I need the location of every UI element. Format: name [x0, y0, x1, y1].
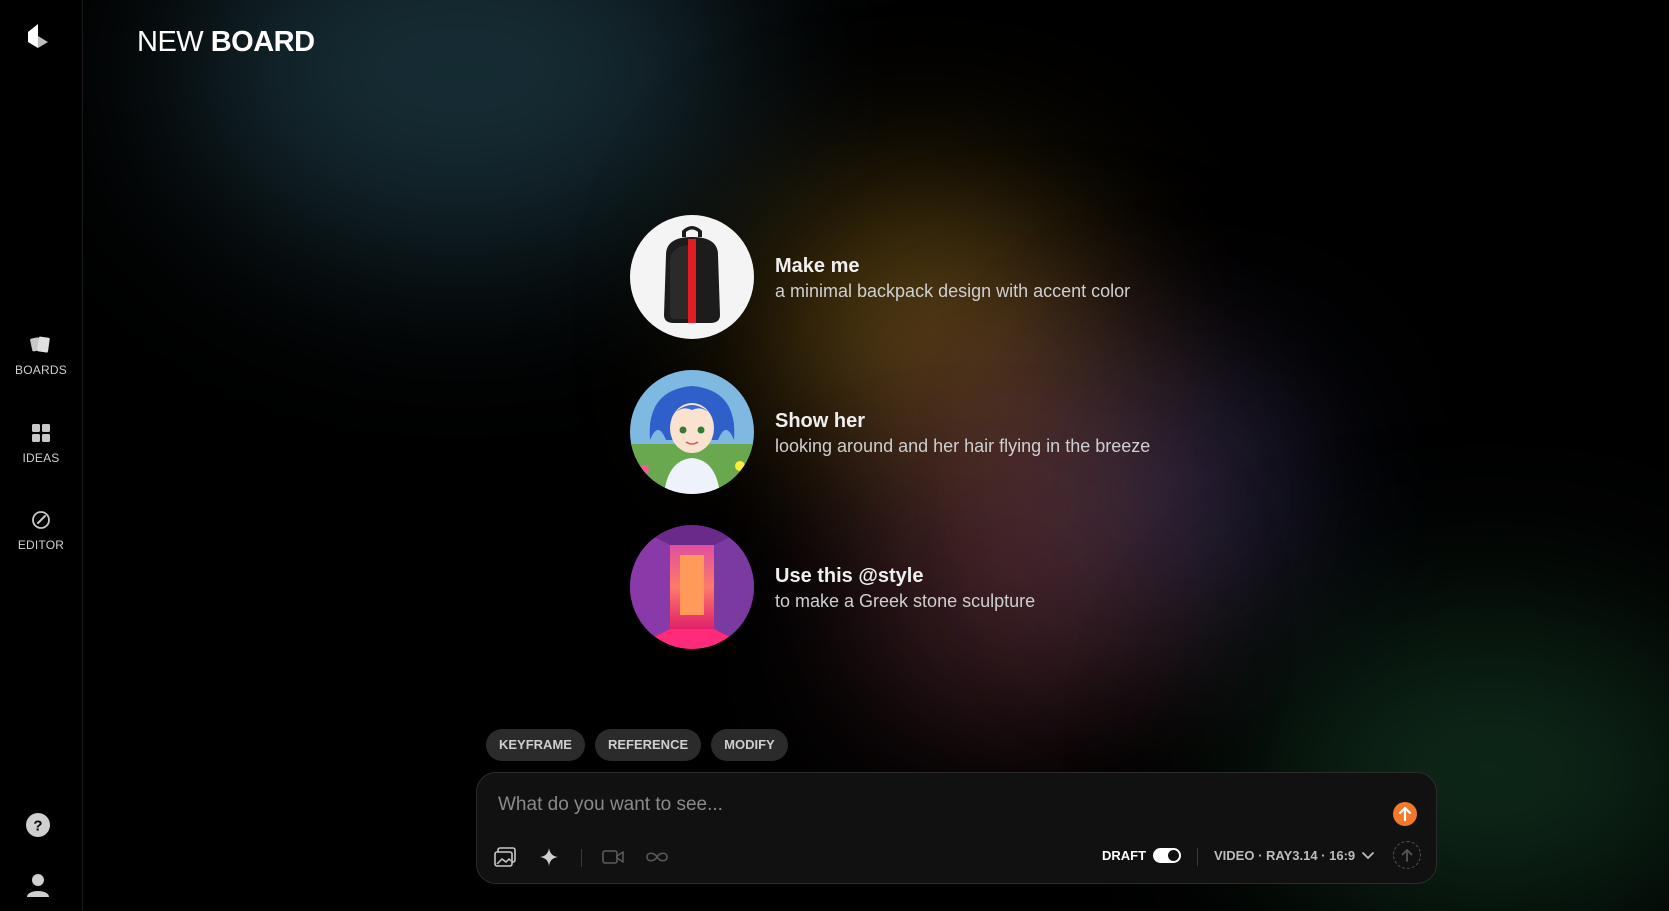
page-title[interactable]: NEW BOARD [137, 26, 315, 59]
video-mode-button[interactable] [599, 843, 627, 871]
arrow-up-icon [1398, 806, 1412, 822]
sparkle-icon [540, 848, 558, 866]
sidebar-item-label: EDITOR [17, 538, 65, 552]
grid-icon [32, 424, 50, 442]
sidebar-item-boards[interactable]: BOARDS [0, 334, 82, 377]
backpack-thumbnail [630, 215, 754, 339]
title-bold: BOARD [210, 26, 315, 58]
suggestion-subtitle: to make a Greek stone sculpture [775, 591, 1036, 611]
suggestion-title: Use this @style [775, 565, 924, 587]
video-camera-icon [602, 850, 624, 864]
sidebar-item-editor[interactable]: EDITOR [0, 509, 82, 552]
title-light: NEW [137, 26, 204, 58]
draft-toggle[interactable] [1153, 848, 1181, 863]
submit-button[interactable] [1393, 802, 1417, 826]
help-button[interactable]: ? [25, 812, 51, 838]
arrow-up-icon [1401, 849, 1413, 862]
user-icon [27, 874, 49, 897]
sidebar-item-ideas[interactable]: IDEAS [0, 422, 82, 465]
edit-icon [32, 511, 50, 529]
model-selector[interactable]: VIDEO · RAY3.14 · 16:9 [1214, 848, 1375, 863]
keyframe-chip[interactable]: KEYFRAME [486, 729, 585, 761]
svg-text:?: ? [33, 818, 42, 835]
help-icon: ? [26, 813, 50, 837]
image-icon [494, 847, 516, 867]
enhance-button[interactable] [535, 843, 563, 871]
reference-chip[interactable]: REFERENCE [594, 729, 702, 761]
prompt-input[interactable] [496, 789, 1360, 821]
model-label: VIDEO · RAY3.14 · 16:9 [1214, 848, 1356, 863]
toolbar-divider [581, 849, 582, 867]
generate-button[interactable] [1393, 841, 1421, 869]
suggestion-card[interactable]: Use this @style to make a Greek stone sc… [630, 525, 1280, 651]
suggestion-title: Make me [775, 255, 860, 277]
infinity-icon [646, 852, 668, 862]
suggestion-card[interactable]: Show her looking around and her hair fly… [630, 370, 1280, 496]
draft-label: DRAFT [1102, 848, 1147, 863]
boards-icon [30, 336, 50, 353]
toolbar-divider [1197, 848, 1198, 866]
sidebar-item-label: BOARDS [15, 363, 67, 377]
suggestion-title: Show her [775, 410, 866, 432]
suggestion-subtitle: looking around and her hair flying in th… [775, 436, 1151, 456]
loop-button[interactable] [643, 843, 671, 871]
profile-button[interactable] [25, 872, 51, 898]
chevron-down-icon [1362, 851, 1375, 859]
image-upload-button[interactable] [491, 843, 519, 871]
mode-chips: KEYFRAME REFERENCE MODIFY [486, 729, 788, 761]
suggestion-card[interactable]: Make me a minimal backpack design with a… [630, 215, 1280, 341]
modify-chip[interactable]: MODIFY [711, 729, 788, 761]
sidebar-item-label: IDEAS [22, 451, 60, 465]
sidebar: BOARDS IDEAS EDITOR ? [0, 0, 83, 911]
neon-corridor-thumbnail [630, 525, 754, 649]
suggestion-subtitle: a minimal backpack design with accent co… [775, 281, 1131, 301]
anime-girl-thumbnail [630, 370, 754, 494]
logo-icon[interactable] [24, 22, 52, 50]
prompt-composer: DRAFT VIDEO · RAY3.14 · 16:9 [476, 772, 1437, 884]
